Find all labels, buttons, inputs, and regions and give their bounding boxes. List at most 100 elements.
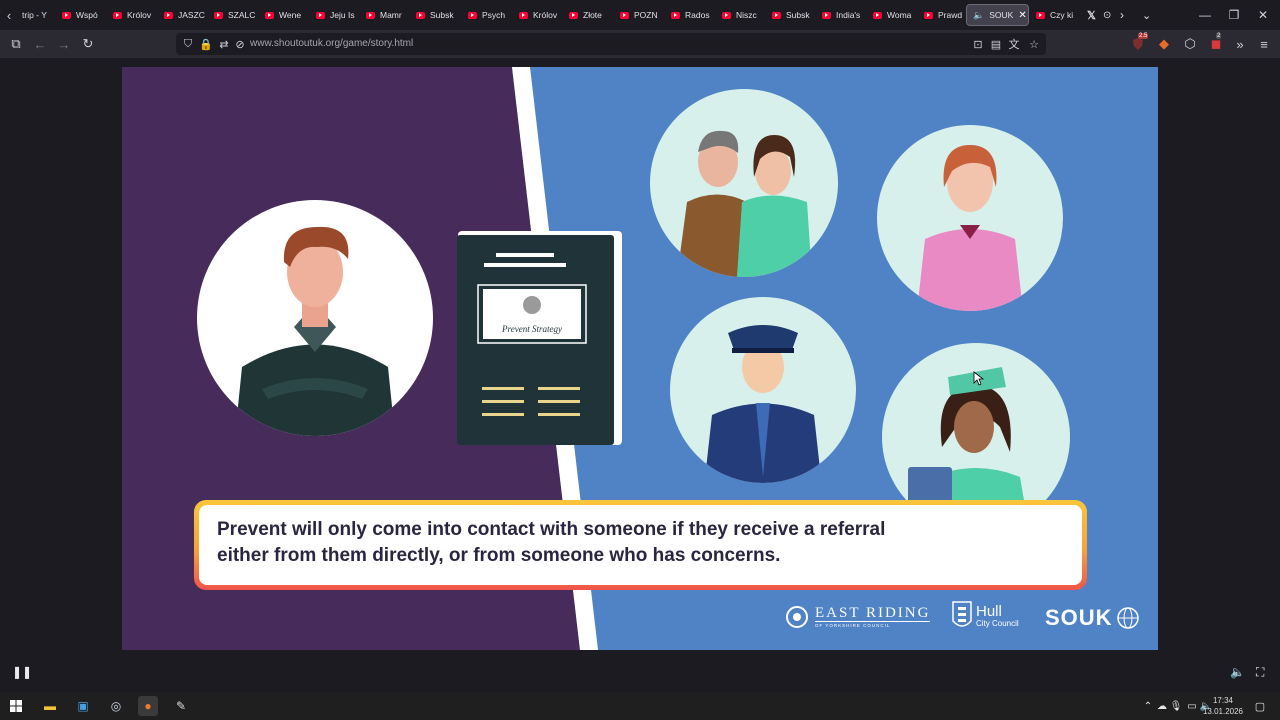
page-content: Prevent will only come into contact with… <box>0 58 1280 692</box>
steam-icon[interactable]: ◎ <box>106 696 126 716</box>
youtube-icon <box>772 11 781 19</box>
tab[interactable]: Królov <box>113 4 157 26</box>
windows-taskbar: ▬ ▣ ◎ ● ✎ ⌃ ☁ 🎙 ▭ 🔈 17:34 13.01.2026 ▢ <box>0 692 1280 720</box>
url-text[interactable]: www.shoutoutuk.org/game/story.html <box>250 38 413 49</box>
permissions-icon[interactable]: ⇄ <box>216 36 232 52</box>
youtube-icon <box>214 11 223 19</box>
east-riding-sub: OF YORKSHIRE COUNCIL <box>815 621 931 628</box>
menu-hamburger-icon[interactable]: ≡ <box>1254 34 1274 54</box>
ublock-icon[interactable]: 2.5 <box>1128 33 1149 54</box>
youtube-icon <box>468 11 477 19</box>
youtube-icon <box>924 11 933 19</box>
autoplay-blocked-icon[interactable]: ⊘ <box>232 36 248 52</box>
computer-icon[interactable]: ▣ <box>73 696 93 716</box>
tab[interactable]: JASZC <box>164 4 208 26</box>
tab[interactable]: Wspó <box>62 4 106 26</box>
shield-icon[interactable]: ⛉ <box>180 36 196 52</box>
file-explorer-icon[interactable]: ▬ <box>40 696 60 716</box>
reload-icon[interactable]: ↻ <box>78 34 98 54</box>
tab[interactable]: SZALC <box>214 4 258 26</box>
picture-in-picture-icon[interactable]: ⊡ <box>970 36 986 52</box>
tab[interactable]: Psych <box>468 4 512 26</box>
lock-icon[interactable]: 🔒 <box>198 36 214 52</box>
caption-text: Prevent will only come into contact with… <box>199 505 1082 585</box>
youtube-icon <box>620 11 629 19</box>
globe-icon <box>1116 607 1139 629</box>
tab-list-chevron-icon[interactable]: ⌄ <box>1142 4 1154 26</box>
speaker-icon[interactable]: 🔈 <box>973 10 984 21</box>
back-icon[interactable]: ← <box>30 34 50 54</box>
tab[interactable]: Królov <box>519 4 563 26</box>
volume-icon[interactable]: 🔈 <box>1230 665 1245 679</box>
hull-name: Hull <box>976 602 1002 620</box>
bookmark-star-icon[interactable]: ☆ <box>1026 36 1042 52</box>
close-icon[interactable]: ✕ <box>1018 10 1026 21</box>
windows-start-icon[interactable] <box>6 696 26 716</box>
close-window-icon[interactable]: ✕ <box>1248 0 1278 30</box>
restore-icon[interactable]: ❐ <box>1219 0 1249 30</box>
tab-label: Prawd <box>938 10 963 20</box>
hull-sub: City Council <box>976 618 1019 628</box>
east-riding-logo: EAST RIDING OF YORKSHIRE COUNCIL <box>785 605 931 629</box>
translate-icon[interactable]: 文 <box>1006 36 1022 52</box>
reader-view-icon[interactable]: ▤ <box>988 36 1004 52</box>
tab-label: Wene <box>279 10 302 20</box>
extension-red-icon[interactable]: ◼ 2 <box>1206 33 1226 54</box>
extension-badge: 2 <box>1216 33 1222 39</box>
url-bar[interactable]: ⛉ 🔒 ⇄ ⊘ www.shoutoutuk.org/game/story.ht… <box>176 33 1046 55</box>
rose-emblem-icon <box>786 606 808 628</box>
tab-scroll-right-icon[interactable]: › <box>1120 4 1130 26</box>
tool-app-icon[interactable]: ✎ <box>171 696 191 716</box>
fullscreen-icon[interactable]: ⛶ <box>1256 665 1264 680</box>
firefox-icon[interactable]: ● <box>138 696 158 716</box>
youtube-icon <box>164 11 173 19</box>
tab[interactable]: India's <box>822 4 866 26</box>
hull-shield-icon <box>952 601 972 627</box>
tab[interactable]: Złote <box>569 4 613 26</box>
forward-icon[interactable]: → <box>54 34 74 54</box>
minimize-icon[interactable]: — <box>1190 0 1220 30</box>
clock[interactable]: 17:34 13.01.2026 <box>1198 695 1248 717</box>
tab-active[interactable]: 🔈 SOUK ✕ <box>966 4 1029 26</box>
east-riding-name: EAST RIDING <box>815 605 931 621</box>
video-frame[interactable]: Prevent will only come into contact with… <box>122 67 1158 650</box>
tab[interactable]: Prawd <box>924 4 968 26</box>
sidebar-icon[interactable]: ⧉ <box>6 34 26 54</box>
caption-box: Prevent will only come into contact with… <box>194 500 1087 590</box>
tab-label: Mamr <box>380 10 402 20</box>
tab-label: Królov <box>533 10 558 20</box>
tab[interactable]: Jeju Is <box>316 4 360 26</box>
couple-portrait <box>650 89 838 277</box>
overflow-chevron-icon[interactable]: » <box>1230 34 1250 54</box>
video-controls: ❚❚ 🔈 ⛶ <box>0 661 1280 689</box>
x-icon[interactable]: 𝕏 <box>1087 4 1099 26</box>
clock-time: 17:34 <box>1212 696 1234 705</box>
tab[interactable]: Czy ki <box>1036 4 1078 26</box>
tab-scroll-left-icon[interactable]: ‹ <box>0 0 18 30</box>
tab[interactable]: Wene <box>265 4 309 26</box>
tab-label: POZN <box>634 10 658 20</box>
woman-portrait <box>877 125 1063 311</box>
youtube-icon <box>722 11 731 19</box>
tab-label: Królov <box>127 10 152 20</box>
notifications-icon[interactable]: ▢ <box>1250 696 1270 716</box>
tab[interactable]: Subsk <box>416 4 460 26</box>
tab-label: Złote <box>583 10 602 20</box>
prevent-strategy-book <box>457 231 622 445</box>
tab[interactable]: Subsk <box>772 4 816 26</box>
youtube-icon <box>366 11 375 19</box>
tab-label: Wspó <box>76 10 98 20</box>
extension-fox-icon[interactable]: ◆ <box>1154 34 1174 54</box>
navigation-bar: ⧉ ← → ↻ ⛉ 🔒 ⇄ ⊘ www.shoutoutuk.org/game/… <box>0 30 1280 58</box>
youtube-icon <box>873 11 882 19</box>
extensions-puzzle-icon[interactable]: ⬡ <box>1180 34 1200 54</box>
pause-icon[interactable]: ❚❚ <box>12 665 32 679</box>
tab[interactable]: trip - Y <box>22 4 56 26</box>
hull-logo: Hull City Council <box>952 601 1019 631</box>
tab[interactable]: Rados <box>671 4 715 26</box>
tab[interactable]: Niszc <box>722 4 766 26</box>
tab[interactable]: Mamr <box>366 4 410 26</box>
record-icon[interactable]: ⊙ <box>1103 4 1113 26</box>
tab[interactable]: POZN <box>620 4 664 26</box>
tab[interactable]: Woma <box>873 4 917 26</box>
